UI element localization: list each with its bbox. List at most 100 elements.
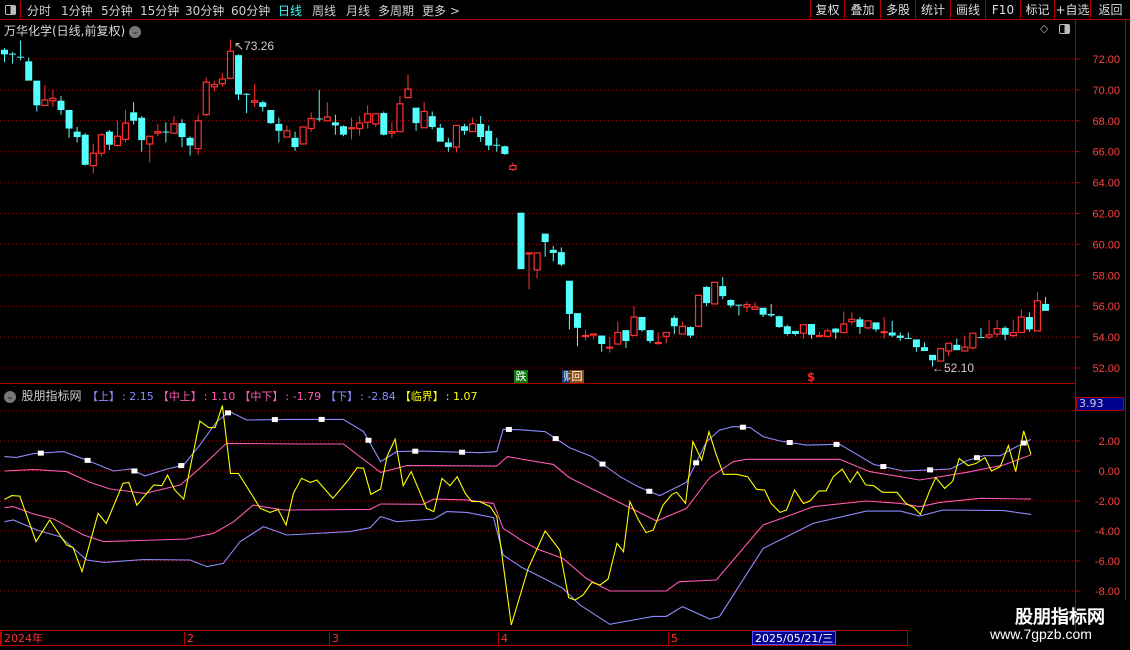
candle (678, 321, 686, 335)
candle-body (638, 317, 646, 331)
candle (331, 114, 339, 135)
candle (243, 92, 251, 114)
price-axis-label: 68.00 (1092, 116, 1120, 128)
candle (485, 125, 493, 151)
candle-body (105, 131, 113, 145)
candle-body (945, 342, 953, 352)
candle (339, 125, 347, 137)
candle-body (243, 93, 251, 95)
candle-body (590, 333, 598, 336)
indicator-name: 股朋指标网 (21, 389, 82, 403)
candle-body (678, 325, 686, 335)
candle-body (541, 233, 549, 243)
upper-band-marker (178, 463, 185, 469)
candle-body (485, 130, 493, 146)
upper-band-marker (318, 416, 325, 422)
candle (904, 332, 912, 339)
candle-body (929, 354, 937, 361)
chevron-down-icon[interactable]: ⌄ (4, 391, 16, 403)
candle (146, 135, 154, 163)
candle-body (121, 122, 130, 140)
candle-body (477, 123, 485, 138)
price-axis-label: 56.00 (1092, 301, 1120, 313)
upper-band-marker (973, 455, 980, 461)
indicator-line-上 (4, 410, 1032, 497)
candle-body (694, 294, 703, 327)
candle-body (146, 135, 154, 145)
candle-body (178, 123, 186, 138)
candle-body (509, 165, 517, 171)
candle (824, 328, 832, 338)
candle (977, 327, 985, 339)
candle-body (194, 120, 202, 150)
candle (89, 143, 97, 174)
candle (743, 301, 751, 313)
candle-body (267, 109, 275, 124)
candle-body (606, 346, 614, 349)
candle-body (533, 252, 541, 271)
upper-band-marker (646, 488, 653, 494)
candle-body (307, 117, 315, 130)
candle-body (452, 124, 461, 148)
candle (477, 116, 485, 142)
candle-body (235, 55, 243, 95)
candle (113, 120, 122, 147)
upper-band-marker (599, 461, 606, 467)
indicator-legend-2: 【中下】: -1.79 (239, 390, 323, 403)
upper-band-marker (505, 426, 512, 432)
candle (606, 337, 614, 353)
indicator-legend-3: 【下】: -2.84 (325, 390, 398, 403)
candle-body (283, 130, 291, 138)
candle (452, 124, 461, 153)
candle-body (404, 88, 412, 99)
date-label-4: 5 (668, 632, 678, 646)
candle (719, 276, 727, 300)
candle (565, 280, 573, 330)
price-axis-label: 58.00 (1092, 270, 1120, 282)
candle (993, 320, 1001, 338)
upper-band-marker (927, 467, 934, 473)
candle-body (138, 117, 146, 141)
candle-body (791, 330, 799, 335)
candle-body (291, 137, 299, 148)
candle-body (525, 252, 533, 255)
candle-body (969, 332, 977, 349)
candle-body (315, 118, 323, 120)
candle (501, 145, 509, 155)
candle (856, 317, 864, 335)
candle-body (347, 127, 356, 130)
candle-body (912, 339, 920, 348)
candle-body (331, 122, 339, 126)
upper-band-marker (693, 460, 700, 466)
candle-body (840, 323, 848, 334)
candle (97, 133, 105, 157)
upper-band-marker (37, 450, 44, 456)
candle (840, 311, 848, 334)
indicator-legend-0: 【上】: 2.15 (87, 390, 156, 403)
candle-body (985, 334, 993, 338)
indicator-line-临界 (4, 405, 1032, 626)
candle-body (25, 61, 33, 81)
candle-body (977, 337, 985, 339)
indicator-line-下 (4, 509, 1032, 625)
candle (1009, 320, 1017, 338)
candle-body (880, 331, 888, 334)
candle-body (937, 348, 945, 362)
candle-body (864, 320, 872, 329)
candle (848, 312, 856, 325)
candle (202, 77, 210, 117)
candle-body (573, 313, 581, 328)
candle (138, 116, 146, 152)
candle-body (210, 83, 218, 88)
candle (985, 320, 993, 340)
legend-key: 【中下】 (239, 390, 284, 403)
candle-body (275, 123, 283, 131)
candle-body (412, 107, 420, 124)
candle (832, 327, 840, 339)
upper-band-marker (225, 410, 232, 416)
candle (1025, 312, 1033, 332)
fall-signal-icon: 跌 (514, 370, 528, 383)
candle (170, 116, 178, 134)
candle (630, 306, 638, 337)
candle (17, 40, 25, 61)
